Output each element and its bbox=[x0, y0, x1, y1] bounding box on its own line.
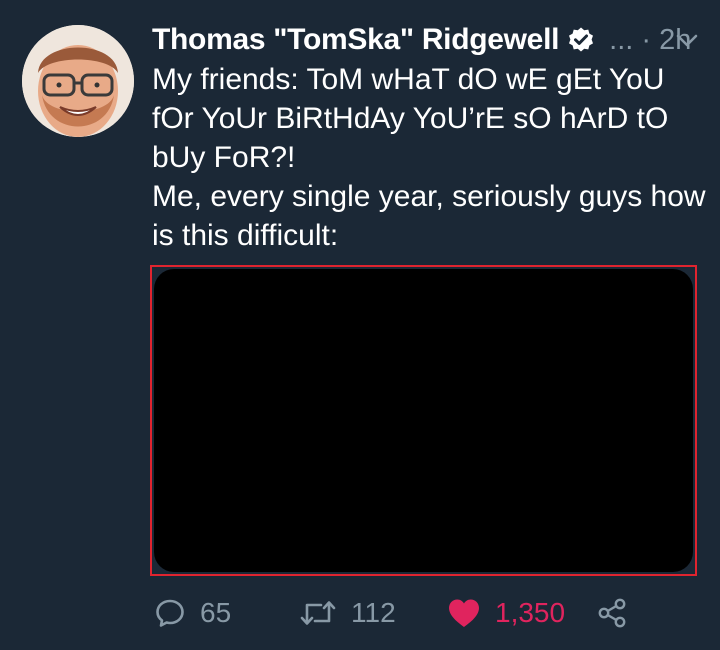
tweet-header: Thomas "TomSka" Ridgewell ... · 2h bbox=[152, 20, 712, 60]
reply-icon bbox=[154, 597, 186, 629]
verified-badge-icon bbox=[567, 26, 595, 54]
tweet-text-line: Me, every single year, seriously guys ho… bbox=[152, 180, 706, 252]
reply-count: 65 bbox=[200, 597, 232, 628]
tweet[interactable]: Thomas "TomSka" Ridgewell ... · 2h My fr… bbox=[0, 0, 720, 650]
chevron-down-icon[interactable] bbox=[674, 30, 700, 50]
like-button[interactable]: 1,350 bbox=[447, 588, 565, 638]
display-name[interactable]: Thomas "TomSka" Ridgewell bbox=[152, 23, 559, 57]
tweet-text: My friends: ToM wHaT dO wE gEt YoU fOr Y… bbox=[152, 60, 712, 255]
tweet-text-line: My friends: ToM wHaT dO wE gEt YoU fOr Y… bbox=[152, 63, 669, 174]
tweet-media[interactable] bbox=[150, 265, 697, 576]
reply-button[interactable]: 65 bbox=[154, 588, 231, 638]
heart-icon bbox=[447, 597, 481, 629]
retweet-count: 112 bbox=[351, 597, 396, 628]
avatar[interactable] bbox=[22, 25, 134, 137]
avatar-image bbox=[22, 25, 134, 137]
like-count: 1,350 bbox=[495, 597, 566, 628]
tweet-actions: 65 112 1,350 bbox=[0, 588, 720, 638]
retweet-button[interactable]: 112 bbox=[299, 588, 396, 638]
share-icon bbox=[596, 597, 628, 629]
media-image bbox=[154, 269, 693, 572]
retweet-icon bbox=[299, 597, 337, 629]
share-button[interactable] bbox=[596, 588, 628, 638]
